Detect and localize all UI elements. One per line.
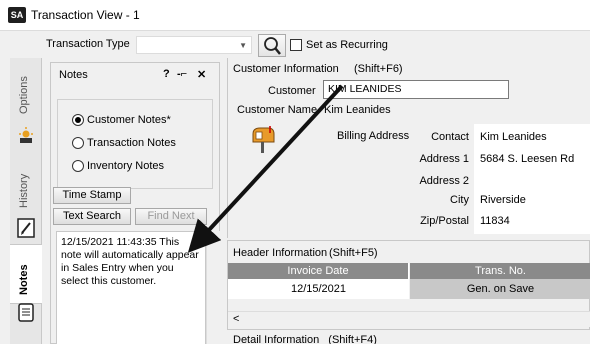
annotation-arrow-icon (187, 84, 344, 253)
